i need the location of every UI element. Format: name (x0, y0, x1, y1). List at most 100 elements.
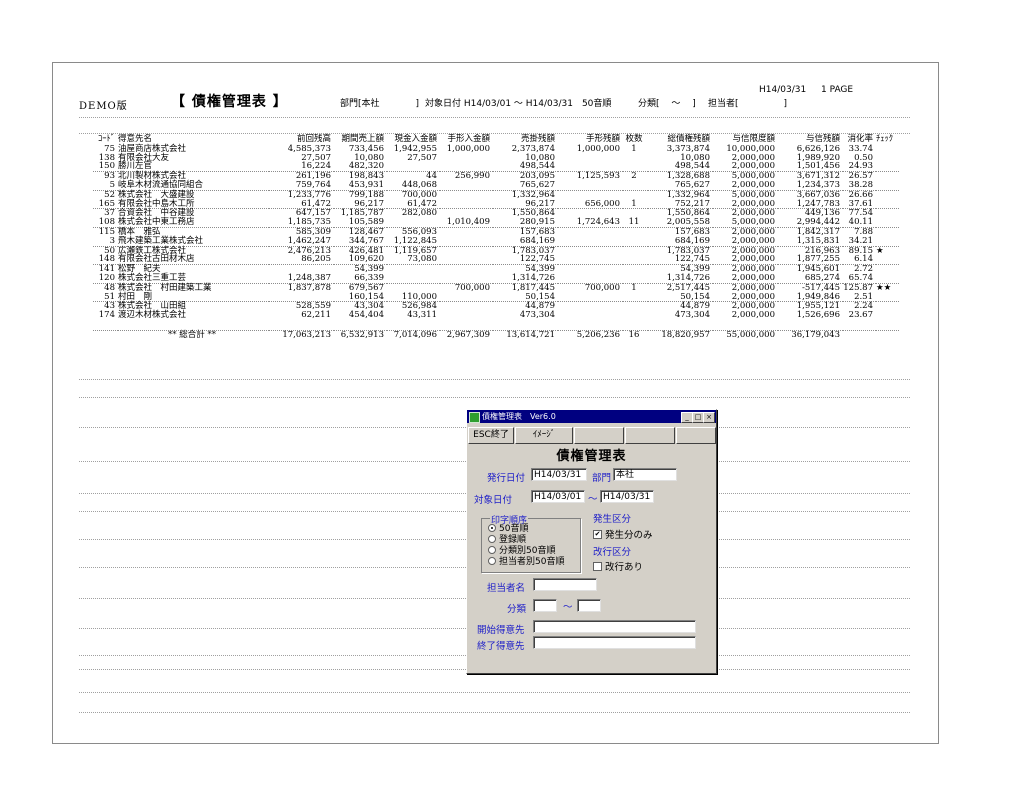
table-cell: 1,122,845 (393, 235, 437, 246)
table-cell: 1 (631, 198, 637, 209)
category-to-input[interactable] (577, 599, 601, 612)
page-break-check-label: 改行あり (605, 562, 644, 573)
print-order-radio[interactable]: 分類別50音順 (488, 545, 555, 556)
rep-label: 担当者名 (487, 583, 526, 594)
ruled-line (79, 117, 910, 118)
print-order-radio[interactable]: 担当者別50音順 (488, 556, 564, 567)
table-cell (440, 237, 493, 246)
check-mark (876, 255, 899, 264)
toolbar-slot-3[interactable] (574, 427, 624, 444)
check-mark (876, 181, 899, 190)
table-cell: 渡辺木材株式会社 (118, 310, 187, 321)
table-cell (558, 301, 623, 312)
radio-label: 50音順 (499, 524, 529, 534)
title-bar[interactable]: 債権管理表 Ver6.0 _ □ × (467, 410, 716, 423)
table-cell (558, 264, 623, 274)
table-cell (623, 264, 648, 274)
grand-total-cell: 2,967,309 (446, 329, 490, 340)
table-cell: 454,404 (348, 310, 384, 321)
check-mark: ★★ (876, 282, 899, 293)
table-cell: 株式会社三重工芸 (118, 272, 187, 283)
table-cell: 759,764 (295, 179, 331, 190)
table-cell: 473,304 (674, 310, 710, 321)
print-order-radio[interactable]: 登録順 (488, 534, 526, 545)
esc-exit-button[interactable]: ESC終了 (468, 427, 514, 444)
target-date-to-input[interactable]: H14/03/31 (600, 490, 654, 503)
table-cell (558, 245, 623, 256)
occurrence-only-checkbox[interactable]: ✔ 発生分のみ (593, 527, 653, 541)
table-cell: 765,627 (519, 179, 555, 190)
image-preview-button[interactable]: ｲﾒｰｼﾞ (515, 427, 573, 444)
table-cell (623, 245, 648, 256)
target-date-label: 対象日付 (474, 495, 513, 506)
table-cell: 2,000,000 (731, 235, 775, 246)
check-mark (876, 274, 899, 283)
table-cell (558, 226, 623, 237)
close-button[interactable]: × (703, 412, 715, 423)
table-cell: 1,314,726 (666, 272, 710, 283)
table-row: 52 株式会社 大盛建設 1,233,776 799,188 700,000 1,332,… (93, 189, 899, 200)
report-table: ｺｰﾄﾞ 得意先名 前回残高 期間売上額 現金入金額 手形入金額 売掛残額 手形残額 枚数 総債権… (93, 135, 899, 340)
rep-input[interactable] (533, 578, 597, 591)
table-row: 150 勝川左官 16,224 482,320 498,544 498,544 2,000,… (93, 162, 899, 171)
table-cell: 飛木建築工業株式会社 (118, 235, 204, 246)
table-row: 48 株式会社 村田建築工業 1,837,878 679,567 700,000 1,81… (93, 282, 899, 293)
table-cell: 685,274 (804, 272, 840, 283)
radio-icon (488, 523, 496, 532)
target-date-from-input[interactable]: H14/03/01 (531, 490, 585, 503)
table-row: 5 岐阜木材流通協同組合 759,764 453,931 448,068 765,627 7… (93, 179, 899, 190)
table-cell: 700,000 (440, 282, 493, 293)
check-mark (876, 226, 899, 237)
check-mark (876, 145, 899, 154)
table-cell: 1,248,387 (287, 272, 331, 283)
end-customer-input[interactable] (533, 636, 696, 649)
grand-total-cell: 55,000,000 (726, 329, 775, 340)
radio-icon (488, 545, 496, 554)
occurrence-label: 発生区分 (593, 514, 632, 525)
table-cell: 256,990 (440, 171, 493, 181)
table-row: 115 橋本 雅弘 585,309 128,467 556,093 157,683 157,… (93, 226, 899, 237)
toolbar-slot-5[interactable] (676, 427, 716, 444)
page-break-checkbox[interactable]: 改行あり (593, 559, 643, 573)
table-cell: 1,000,000 (446, 143, 490, 154)
toolbar-slot-4[interactable] (625, 427, 675, 444)
dept-input[interactable]: 本社 (613, 468, 677, 481)
table-row: 120 株式会社三重工芸 1,248,387 66,339 1,314,726 1,314… (93, 272, 899, 283)
start-customer-input[interactable] (533, 620, 696, 633)
table-cell: 1,315,831 (796, 235, 840, 246)
table-cell: 174 (98, 310, 115, 321)
check-mark (876, 200, 899, 209)
check-mark (876, 162, 899, 171)
table-cell (558, 255, 623, 264)
print-order-radio[interactable]: 50音順 (488, 523, 529, 534)
grand-total-cell: 17,063,213 (282, 329, 331, 340)
table-cell (440, 264, 493, 274)
table-cell: 282,080 (387, 208, 440, 219)
issue-date-input[interactable]: H14/03/31 (531, 468, 587, 481)
table-cell: 700,000 (558, 282, 623, 293)
table-cell: 2,000,000 (731, 272, 775, 283)
table-cell: 23.67 (848, 310, 873, 321)
grand-total-row: ** 総合計 ** 17,063,213 6,532,913 7,014,096 2,9… (93, 330, 899, 339)
table-cell (623, 293, 648, 302)
check-mark (876, 293, 899, 302)
table-cell: 1 (631, 143, 637, 154)
table-cell: 5 (109, 179, 115, 190)
table-cell: 27,507 (407, 152, 437, 163)
radio-icon (488, 556, 496, 565)
table-cell: 岐阜木材流通協同組合 (118, 179, 204, 190)
table-cell: 473,304 (519, 310, 555, 321)
table-cell: 120 (98, 272, 115, 283)
table-cell (440, 200, 493, 209)
table-cell (440, 274, 493, 283)
table-cell (558, 311, 623, 320)
report-table-wrap: ｺｰﾄﾞ 得意先名 前回残高 期間売上額 現金入金額 手形入金額 売掛残額 手形残額 枚数 総債権… (93, 135, 913, 340)
table-cell: 34.21 (848, 235, 873, 246)
grand-total-cell: 6,532,913 (340, 329, 384, 340)
grand-total-cell: 36,179,043 (791, 329, 840, 340)
table-cell: 86,205 (301, 254, 331, 265)
table-cell: 1,010,409 (446, 217, 490, 228)
table-cell: 684,169 (674, 235, 710, 246)
table-cell (558, 274, 623, 283)
category-from-input[interactable] (533, 599, 557, 612)
